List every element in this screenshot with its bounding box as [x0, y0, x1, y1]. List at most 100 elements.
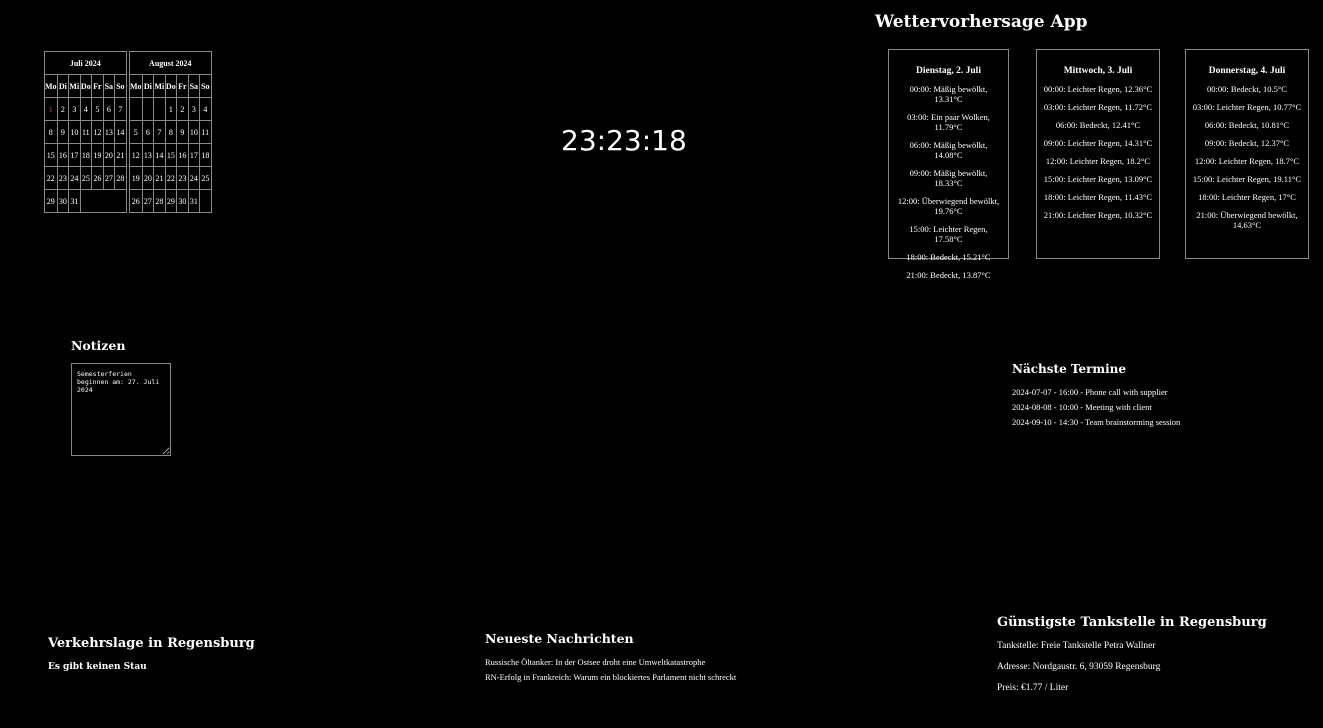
weather-entry: 03:00: Ein paar Wolken, 11.79°C: [907, 112, 990, 132]
weather-day-card: Mittwoch, 3. Juli 00:00: Leichter Regen,…: [1036, 49, 1160, 259]
weather-entry: 15:00: Leichter Regen, 13.09°C: [1043, 174, 1153, 184]
weekday-label: Fr: [176, 74, 189, 98]
calendar-day: 25: [199, 166, 212, 190]
news-item[interactable]: Russische Öltanker: In der Ostsee droht …: [485, 657, 705, 667]
weather-day-card: Donnerstag, 4. Juli 00:00: Bedeckt, 10.5…: [1185, 49, 1309, 259]
calendar-day: 15: [44, 143, 58, 167]
calendar-day: 5: [129, 120, 143, 144]
weather-entry: 18:00: Leichter Regen, 17°C: [1198, 192, 1296, 202]
calendar-day: 14: [153, 143, 166, 167]
calendar-day: 21: [114, 143, 127, 167]
calendar-day: 12: [91, 120, 104, 144]
calendar-day: 28: [153, 189, 166, 213]
calendar-day: 20: [102, 143, 116, 167]
calendar-day-empty: [153, 97, 166, 121]
calendar-august: August 2024 Mo Di Mi Do Fr Sa So 1 2 3 4…: [129, 51, 212, 213]
weather-day-title: Dienstag, 2. Juli: [916, 66, 981, 76]
appointment-item: 2024-08-08 - 10:00 - Meeting with client: [1012, 402, 1152, 412]
weekday-label: Do: [79, 74, 93, 98]
weather-entry: 15:00: Leichter Regen, 17.58°C: [909, 224, 988, 244]
digital-clock: 23:23:18: [561, 124, 687, 157]
weekday-label: Mi: [68, 74, 81, 98]
weather-entry: 12:00: Leichter Regen, 18.7°C: [1194, 156, 1300, 166]
calendar-day: 20: [141, 166, 155, 190]
calendar-day: 17: [187, 143, 201, 167]
calendar-july: Juli 2024 Mo Di Mi Do Fr Sa So 1 2 3 4 5…: [44, 51, 127, 213]
weather-entry: 15:00: Leichter Regen, 19.11°C: [1192, 174, 1302, 184]
calendar-day: 26: [91, 166, 104, 190]
weather-entry: 18:00: Leichter Regen, 11.43°C: [1043, 192, 1153, 202]
calendar-day: 5: [91, 97, 104, 121]
calendar-day: 26: [129, 189, 143, 213]
weather-entry: 06:00: Bedeckt, 12.41°C: [1055, 120, 1141, 130]
gas-station-name: Tankstelle: Freie Tankstelle Petra Walln…: [997, 641, 1156, 651]
calendar-title: Juli 2024: [44, 51, 127, 75]
gas-station-title: Günstigste Tankstelle in Regensburg: [997, 615, 1267, 630]
weekday-label: Sa: [102, 74, 116, 98]
calendar-day: 7: [153, 120, 166, 144]
calendar-day: 30: [56, 189, 70, 213]
notes-textarea[interactable]: [71, 363, 171, 456]
calendar-day: 2: [56, 97, 70, 121]
calendar-title: August 2024: [129, 51, 212, 75]
weekday-label: Di: [141, 74, 155, 98]
calendar-day: 22: [164, 166, 178, 190]
calendar-day: 27: [102, 166, 116, 190]
weather-entry: 21:00: Leichter Regen, 10.32°C: [1043, 210, 1153, 220]
calendar-day: 10: [68, 120, 81, 144]
calendar-day: 11: [199, 120, 212, 144]
weather-entry: 21:00: Überwiegend bewölkt, 14.63°C: [1196, 210, 1298, 230]
weekday-label: Sa: [187, 74, 201, 98]
calendar-day: 29: [44, 189, 58, 213]
calendar-day-empty: [141, 97, 155, 121]
calendar-day: 13: [102, 120, 116, 144]
weather-entry: 21:00: Bedeckt, 13.87°C: [906, 270, 991, 280]
calendar-day: 9: [176, 120, 189, 144]
appointments-title: Nächste Termine: [1012, 362, 1127, 376]
appointment-item: 2024-07-07 - 16:00 - Phone call with sup…: [1012, 387, 1168, 397]
calendar-day: 4: [79, 97, 93, 121]
calendar-day: 18: [199, 143, 212, 167]
calendar-day: 24: [187, 166, 201, 190]
weather-entry: 09:00: Mäßig bewölkt, 18.33°C: [909, 168, 988, 188]
weather-entry: 03:00: Leichter Regen, 10.77°C: [1192, 102, 1302, 112]
calendar-day: 23: [56, 166, 70, 190]
weather-entry: 00:00: Leichter Regen, 12.36°C: [1043, 84, 1153, 94]
calendar-day: 8: [164, 120, 178, 144]
calendar-day: 6: [141, 120, 155, 144]
weather-entry: 06:00: Bedeckt, 10.81°C: [1204, 120, 1290, 130]
calendar-day: 16: [56, 143, 70, 167]
calendar-day: 31: [187, 189, 201, 213]
gas-station-address: Adresse: Nordgaustr. 6, 93059 Regensburg: [997, 662, 1161, 672]
weather-day-card: Dienstag, 2. Juli 00:00: Mäßig bewölkt, …: [888, 49, 1009, 280]
weekday-label: Do: [164, 74, 178, 98]
calendar-day: 1: [164, 97, 178, 121]
calendar-day: 25: [79, 166, 93, 190]
weather-entry: 12:00: Überwiegend bewölkt, 19.76°C: [897, 196, 1000, 216]
calendar-day: 14: [114, 120, 127, 144]
weather-day-title: Mittwoch, 3. Juli: [1063, 66, 1133, 76]
weekday-label: Mi: [153, 74, 166, 98]
calendar-day: 17: [68, 143, 81, 167]
calendar-day: 12: [129, 143, 143, 167]
weekday-label: So: [199, 74, 212, 98]
calendar-day-today: 1: [44, 97, 58, 121]
calendar-day: 10: [187, 120, 201, 144]
news-item[interactable]: RN-Erfolg in Frankreich: Warum ein block…: [485, 672, 736, 682]
calendar-day: 8: [44, 120, 58, 144]
notes-title: Notizen: [71, 338, 126, 353]
calendar-day: 9: [56, 120, 70, 144]
weather-entry: 09:00: Bedeckt, 12.37°C: [1204, 138, 1290, 148]
weekday-label: Mo: [44, 74, 58, 98]
calendar-day: 3: [187, 97, 201, 121]
weather-entry: 18:00: Bedeckt, 15.21°C: [906, 252, 991, 262]
calendar-day: 11: [79, 120, 93, 144]
calendar-day: 15: [164, 143, 178, 167]
calendar-day: 27: [141, 189, 155, 213]
calendar-day: 23: [176, 166, 189, 190]
calendar-day: 21: [153, 166, 166, 190]
weather-entry: 09:00: Leichter Regen, 14.31°C: [1043, 138, 1153, 148]
calendar-day: 24: [68, 166, 81, 190]
weather-entry: 00:00: Bedeckt, 10.5°C: [1207, 84, 1287, 94]
gas-station-price: Preis: €1.77 / Liter: [997, 683, 1069, 693]
